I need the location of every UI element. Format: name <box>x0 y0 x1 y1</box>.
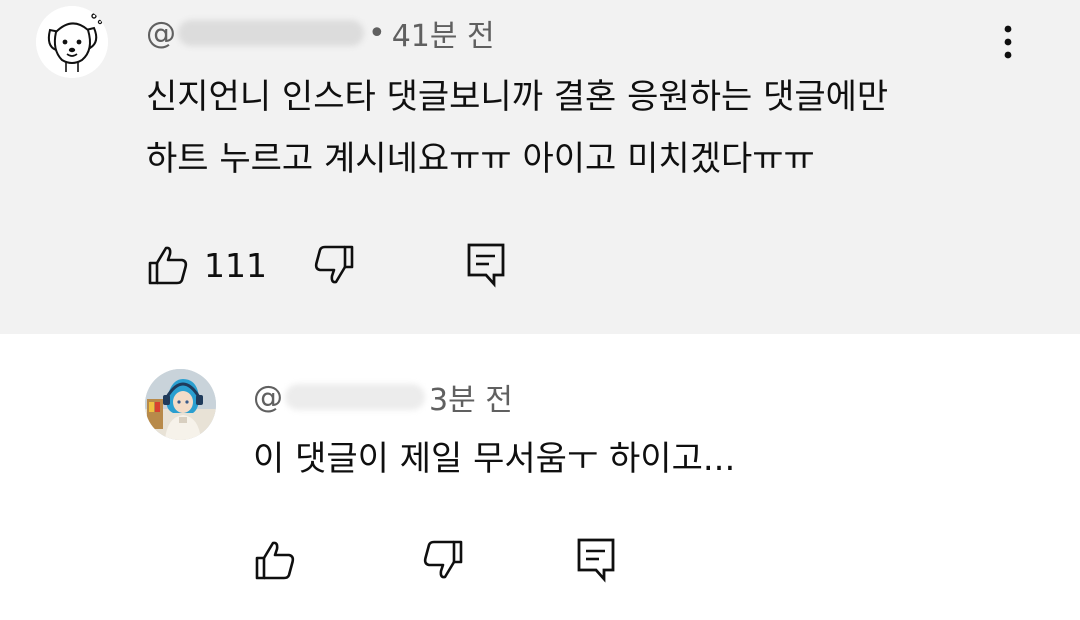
comment-body-line: 하트 누르고 계시네요ㅠㅠ 아이고 미치겠다ㅠㅠ <box>146 139 815 179</box>
comment-meta: @ • 41분 전 <box>146 12 495 55</box>
like-button[interactable]: 111 <box>146 237 267 293</box>
author-handle-prefix[interactable]: @ <box>146 16 176 51</box>
meta-separator: • <box>368 15 386 51</box>
dog-cartoon-avatar-icon <box>36 6 108 78</box>
comments-screen: @ • 41분 전 신지언니 인스타 댓글보니까 결혼 응원하는 댓글에만 하트… <box>0 0 1080 620</box>
thumbs-down-icon <box>314 245 354 284</box>
reply-button[interactable] <box>464 237 508 293</box>
author-handle-prefix[interactable]: @ <box>253 380 283 415</box>
thumbs-down-icon <box>423 540 463 579</box>
comment-timestamp: 41분 전 <box>391 19 495 54</box>
anime-character-avatar-icon <box>145 369 216 440</box>
commenter-avatar[interactable] <box>36 6 108 78</box>
like-button[interactable] <box>253 532 297 588</box>
like-count: 111 <box>204 245 267 285</box>
comment-body-line: 신지언니 인스타 댓글보니까 결혼 응원하는 댓글에만 <box>146 77 889 117</box>
comment-meta: @ 3분 전 <box>253 376 513 419</box>
dislike-button[interactable] <box>421 532 465 588</box>
comment-highlighted: @ • 41분 전 신지언니 인스타 댓글보니까 결혼 응원하는 댓글에만 하트… <box>0 0 1080 334</box>
thumbs-up-icon <box>148 246 188 285</box>
comment-reply: @ 3분 전 이 댓글이 제일 무서움ㅜ 하이고... <box>0 334 1080 620</box>
reply-comment-icon <box>467 243 505 288</box>
comment-body: 신지언니 인스타 댓글보니까 결혼 응원하는 댓글에만 하트 누르고 계시네요ㅠ… <box>146 66 888 190</box>
comment-timestamp: 3분 전 <box>429 383 513 418</box>
dislike-button[interactable] <box>312 237 356 293</box>
commenter-avatar[interactable] <box>145 369 216 440</box>
redacted-author-name <box>178 20 364 46</box>
thumbs-up-icon <box>255 541 295 580</box>
reply-comment-icon <box>577 538 615 583</box>
comment-body: 이 댓글이 제일 무서움ㅜ 하이고... <box>253 428 735 490</box>
reply-button[interactable] <box>574 532 618 588</box>
more-vert-icon[interactable] <box>992 20 1024 64</box>
comment-body-line: 이 댓글이 제일 무서움ㅜ 하이고... <box>253 439 736 479</box>
redacted-author-name <box>285 384 425 410</box>
